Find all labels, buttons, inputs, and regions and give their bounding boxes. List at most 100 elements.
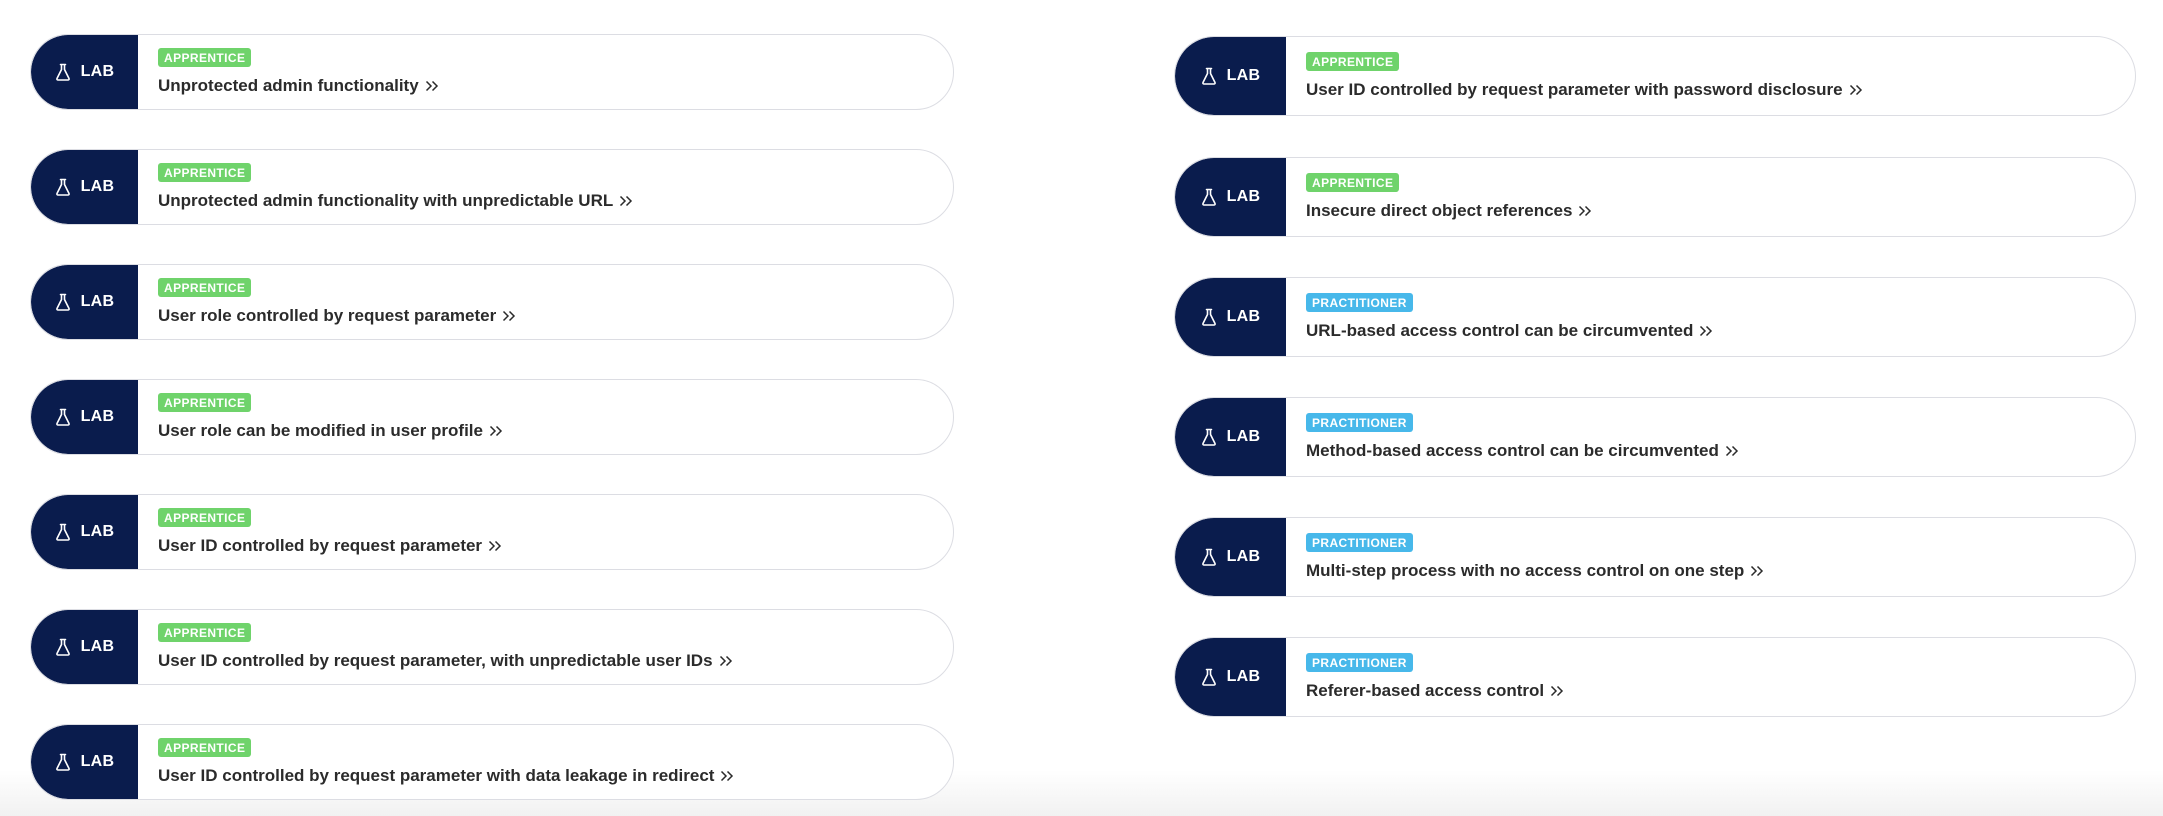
lab-body: APPRENTICE Unprotected admin functionali… [138, 150, 633, 224]
lab-body: APPRENTICE User ID controlled by request… [138, 610, 733, 684]
lab-title[interactable]: Method-based access control can be circu… [1306, 441, 1719, 461]
lab-body: PRACTITIONER Method-based access control… [1286, 398, 1739, 476]
level-badge: APPRENTICE [158, 278, 252, 297]
lab-label: LAB [1226, 308, 1261, 325]
lab-title[interactable]: User ID controlled by request parameter … [1306, 80, 1843, 100]
level-badge: APPRENTICE [158, 393, 252, 412]
lab-body: APPRENTICE User role can be modified in … [138, 380, 503, 454]
level-badge: PRACTITIONER [1306, 413, 1413, 432]
lab-body: PRACTITIONER Referer-based access contro… [1286, 638, 1564, 716]
lab-badge: LAB [31, 725, 138, 799]
level-badge: APPRENTICE [158, 508, 252, 527]
lab-title[interactable]: User ID controlled by request parameter [158, 536, 482, 556]
lab-title-row[interactable]: User ID controlled by request parameter … [1306, 80, 1863, 100]
lab-card-user-role-profile[interactable]: LAB APPRENTICE User role can be modified… [30, 379, 954, 455]
lab-badge: LAB [1175, 518, 1286, 596]
lab-card-password-disclosure[interactable]: LAB APPRENTICE User ID controlled by req… [1174, 36, 2136, 116]
lab-body: PRACTITIONER Multi-step process with no … [1286, 518, 1764, 596]
lab-label: LAB [80, 638, 115, 655]
level-badge: APPRENTICE [1306, 52, 1400, 71]
lab-title[interactable]: Unprotected admin functionality [158, 76, 419, 96]
lab-title-row[interactable]: User ID controlled by request parameter,… [158, 651, 733, 671]
lab-label: LAB [80, 753, 115, 770]
level-badge: PRACTITIONER [1306, 293, 1413, 312]
lab-title[interactable]: Unprotected admin functionality with unp… [158, 191, 613, 211]
flask-icon [1201, 188, 1216, 206]
double-chevron-right-icon [719, 655, 732, 667]
lab-title-row[interactable]: URL-based access control can be circumve… [1306, 321, 1713, 341]
lab-title[interactable]: User role controlled by request paramete… [158, 306, 496, 326]
lab-title-row[interactable]: Unprotected admin functionality [158, 76, 439, 96]
flask-icon [1201, 668, 1216, 686]
flask-icon [55, 753, 70, 771]
lab-label: LAB [80, 408, 115, 425]
lab-title-row[interactable]: User ID controlled by request parameter [158, 536, 502, 556]
lab-card-idor[interactable]: LAB APPRENTICE Insecure direct object re… [1174, 157, 2136, 237]
double-chevron-right-icon [1579, 205, 1592, 217]
lab-title-row[interactable]: User role can be modified in user profil… [158, 421, 503, 441]
lab-label: LAB [1226, 428, 1261, 445]
lab-body: PRACTITIONER URL-based access control ca… [1286, 278, 1713, 356]
lab-card-method-based-access-control[interactable]: LAB PRACTITIONER Method-based access con… [1174, 397, 2136, 477]
lab-badge: LAB [1175, 398, 1286, 476]
lab-card-user-id-request-parameter[interactable]: LAB APPRENTICE User ID controlled by req… [30, 494, 954, 570]
lab-card-unprotected-admin[interactable]: LAB APPRENTICE Unprotected admin functio… [30, 34, 954, 110]
lab-label: LAB [80, 293, 115, 310]
lab-card-unprotected-admin-unpredictable-url[interactable]: LAB APPRENTICE Unprotected admin functio… [30, 149, 954, 225]
lab-title-row[interactable]: Method-based access control can be circu… [1306, 441, 1739, 461]
lab-label: LAB [80, 523, 115, 540]
double-chevron-right-icon [489, 425, 503, 437]
lab-title-row[interactable]: Multi-step process with no access contro… [1306, 561, 1764, 581]
flask-icon [1201, 308, 1216, 326]
lab-title[interactable]: Insecure direct object references [1306, 201, 1572, 221]
lab-card-referer-based-access-control[interactable]: LAB PRACTITIONER Referer-based access co… [1174, 637, 2136, 717]
double-chevron-right-icon [425, 80, 438, 92]
lab-badge: LAB [1175, 158, 1286, 236]
lab-card-user-id-data-leakage-redirect[interactable]: LAB APPRENTICE User ID controlled by req… [30, 724, 954, 800]
lab-body: APPRENTICE User role controlled by reque… [138, 265, 516, 339]
lab-card-multi-step-process[interactable]: LAB PRACTITIONER Multi-step process with… [1174, 517, 2136, 597]
flask-icon [55, 408, 70, 426]
lab-title-row[interactable]: User role controlled by request paramete… [158, 306, 516, 326]
lab-card-url-based-access-control[interactable]: LAB PRACTITIONER URL-based access contro… [1174, 277, 2136, 357]
level-badge: APPRENTICE [158, 163, 252, 182]
lab-badge: LAB [31, 610, 138, 684]
flask-icon [55, 638, 70, 656]
level-badge: APPRENTICE [158, 623, 252, 642]
lab-body: APPRENTICE User ID controlled by request… [1286, 37, 1863, 115]
lab-badge: LAB [1175, 278, 1286, 356]
double-chevron-right-icon [721, 770, 734, 782]
flask-icon [1201, 428, 1216, 446]
lab-label: LAB [1226, 67, 1261, 84]
lab-body: APPRENTICE User ID controlled by request… [138, 495, 502, 569]
lab-title-row[interactable]: User ID controlled by request parameter … [158, 766, 734, 786]
lab-title-row[interactable]: Unprotected admin functionality with unp… [158, 191, 633, 211]
lab-badge: LAB [31, 495, 138, 569]
lab-label: LAB [80, 63, 115, 80]
lab-badge: LAB [1175, 37, 1286, 115]
lab-title[interactable]: User ID controlled by request parameter,… [158, 651, 713, 671]
lab-card-user-role-request-parameter[interactable]: LAB APPRENTICE User role controlled by r… [30, 264, 954, 340]
double-chevron-right-icon [1551, 685, 1564, 697]
lab-title[interactable]: User ID controlled by request parameter … [158, 766, 714, 786]
double-chevron-right-icon [1700, 325, 1713, 337]
lab-badge: LAB [31, 265, 138, 339]
lab-body: APPRENTICE User ID controlled by request… [138, 725, 734, 799]
lab-title-row[interactable]: Referer-based access control [1306, 681, 1564, 701]
lab-title[interactable]: Referer-based access control [1306, 681, 1544, 701]
lab-title[interactable]: Multi-step process with no access contro… [1306, 561, 1744, 581]
flask-icon [55, 523, 70, 541]
level-badge: PRACTITIONER [1306, 533, 1413, 552]
flask-icon [55, 293, 70, 311]
double-chevron-right-icon [1849, 84, 1862, 96]
lab-title[interactable]: User role can be modified in user profil… [158, 421, 483, 441]
lab-title[interactable]: URL-based access control can be circumve… [1306, 321, 1693, 341]
level-badge: APPRENTICE [158, 738, 252, 757]
double-chevron-right-icon [1725, 445, 1738, 457]
double-chevron-right-icon [489, 540, 502, 552]
double-chevron-right-icon [503, 310, 516, 322]
lab-card-user-id-unpredictable-ids[interactable]: LAB APPRENTICE User ID controlled by req… [30, 609, 954, 685]
lab-body: APPRENTICE Unprotected admin functionali… [138, 35, 439, 109]
lab-title-row[interactable]: Insecure direct object references [1306, 201, 1592, 221]
lab-label: LAB [80, 178, 115, 195]
